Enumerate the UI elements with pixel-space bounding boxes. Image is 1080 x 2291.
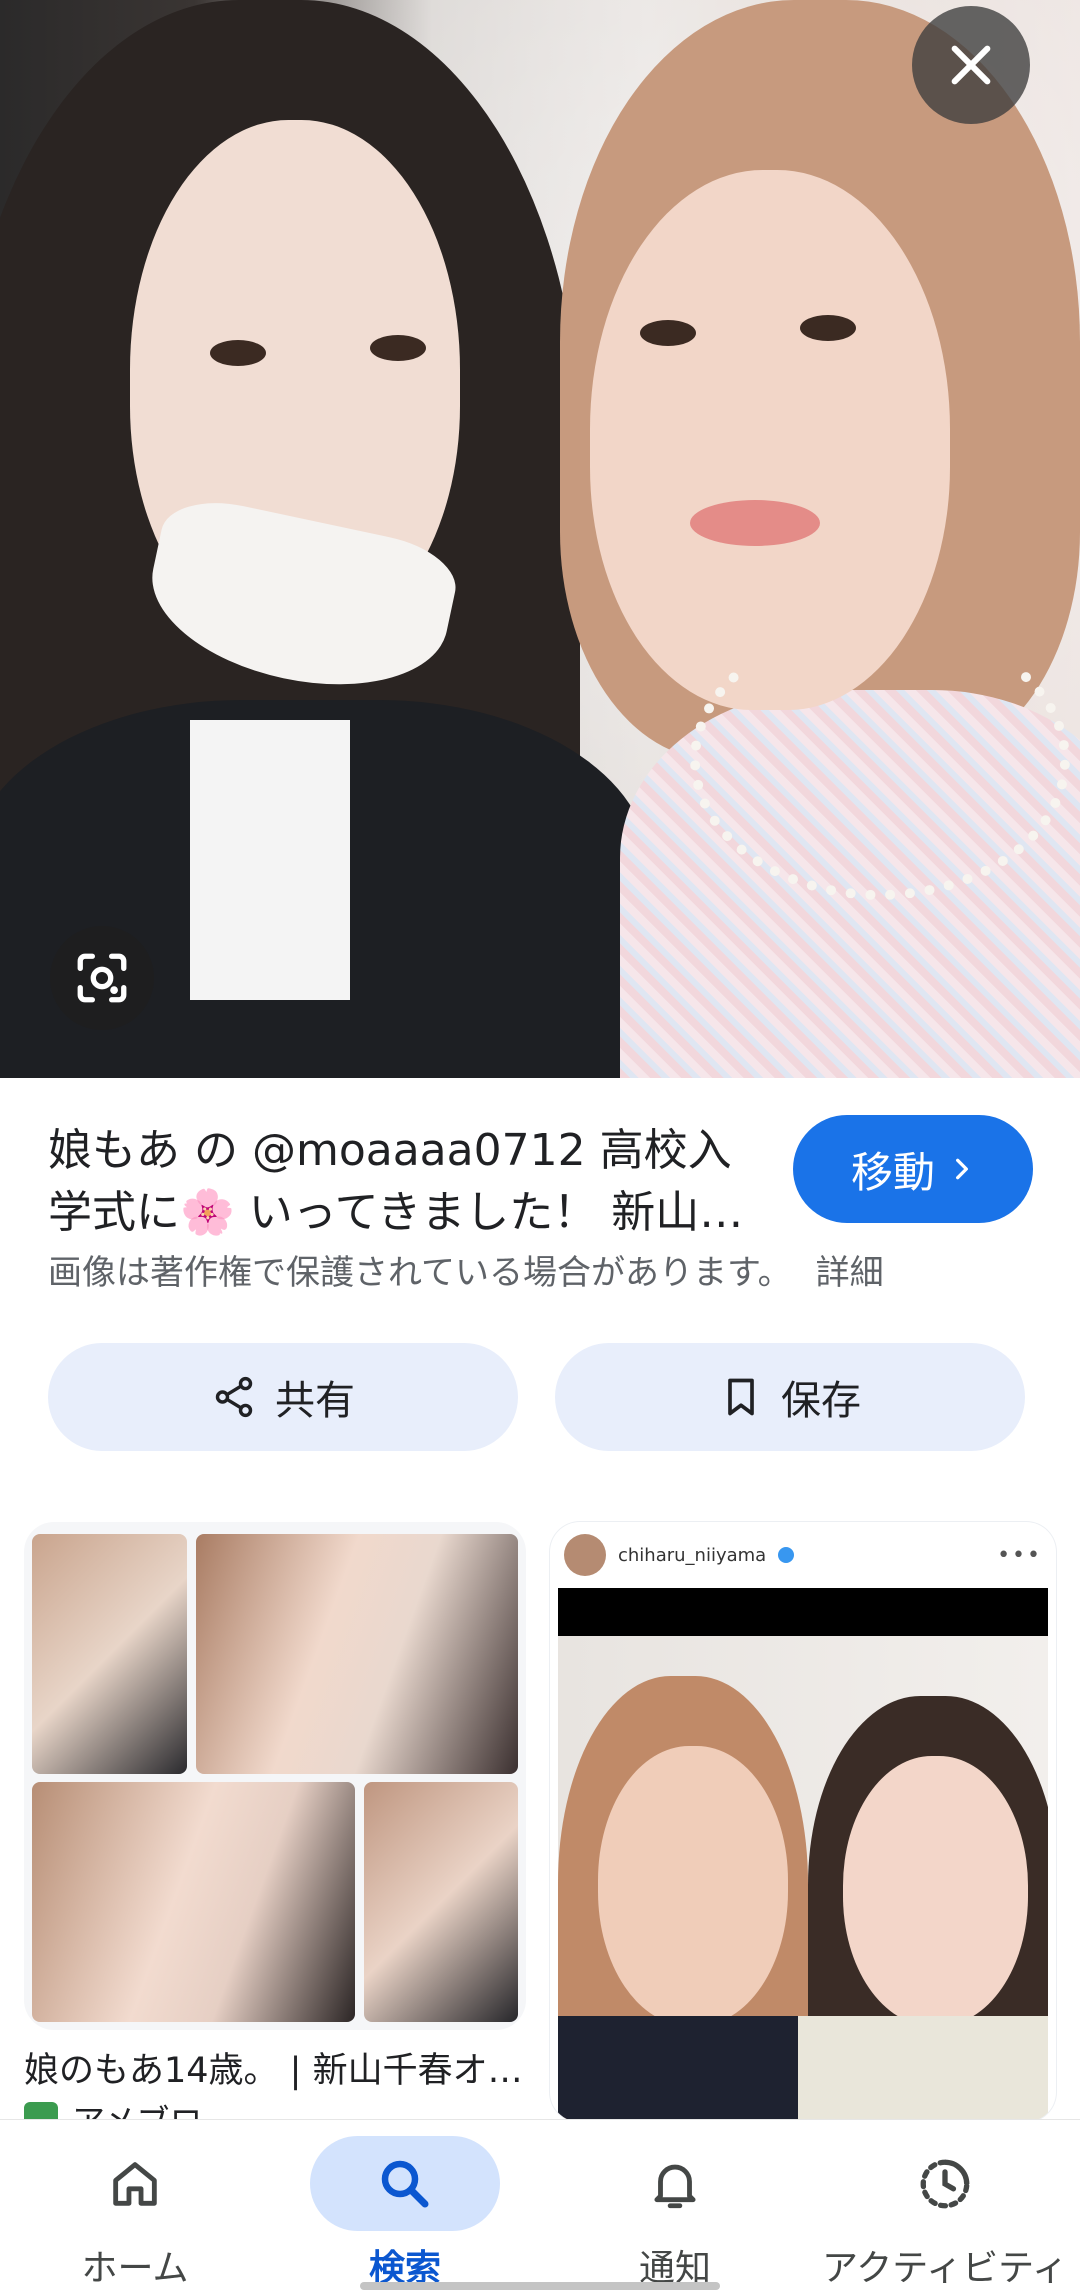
visit-button[interactable]: 移動 [793,1115,1033,1223]
activity-icon [920,2159,970,2208]
nav-activity[interactable]: アクティビティ [810,2120,1080,2291]
details-link[interactable]: 詳細 [816,1253,884,1293]
chevron-right-icon [956,1158,968,1180]
nav-notifications-pill [580,2136,770,2231]
visit-button-label: 移動 [850,1147,935,1197]
close-icon [951,45,991,85]
related-result-card-instagram[interactable]: chiharu_niiyama ••• [550,1522,1056,2122]
share-icon [215,1376,253,1418]
nav-notifications[interactable]: 通知 [540,2120,810,2291]
nav-home[interactable]: ホーム [0,2120,270,2291]
related-result-card[interactable]: 娘のもあ14歳。 | 新山千春オフィシャルブログ アメブロ [24,1522,526,2139]
photo-person-right-face [843,1756,1028,2026]
save-button-label: 保存 [781,1378,861,1424]
image-title[interactable]: 娘もあ の @moaaaa0712 高校入学式に🌸 いってきました！ 新山千春 [48,1120,768,1244]
image-smile [690,500,820,546]
main-image[interactable] [0,0,1080,1078]
search-icon [381,2160,429,2207]
home-icon [113,2161,157,2206]
photo-person-right-kimono [798,2016,1048,2122]
save-button[interactable]: 保存 [555,1343,1025,1451]
nav-search-pill [310,2136,500,2231]
collage-photo [32,1534,187,1774]
instagram-black-bar [558,1588,1048,1636]
collage-photo [196,1534,518,1774]
bottom-navigation: ホーム 検索 通知 アクティビティ [0,2120,1080,2291]
avatar [564,1534,606,1576]
instagram-account-name: chiharu_niiyama [618,1544,767,1566]
share-button[interactable]: 共有 [48,1343,518,1451]
close-button[interactable] [912,6,1030,124]
bookmark-icon [728,1378,754,1416]
image-eye [370,335,426,361]
image-eye [210,340,266,366]
nav-activity-label: アクティビティ [822,2248,1068,2289]
instagram-post-header: chiharu_niiyama ••• [550,1522,1056,1588]
share-button-label: 共有 [275,1378,355,1424]
lens-icon [77,953,127,1003]
home-indicator[interactable] [360,2282,720,2290]
nav-search[interactable]: 検索 [270,2120,540,2291]
nav-activity-pill [850,2136,1040,2231]
image-eye [640,320,696,346]
image-pearl-necklace [690,620,1070,900]
copyright-notice: 画像は著作権で保護されている場合があります。 詳細 [48,1245,884,1294]
verified-icon [778,1547,795,1563]
bell-icon [654,2164,696,2208]
related-result-image[interactable] [558,1636,1048,2122]
copyright-text: 画像は著作権で保護されている場合があります。 [48,1253,792,1293]
photo-person-left-face [598,1746,788,2026]
nav-home-pill [40,2136,230,2231]
lens-button[interactable] [50,926,154,1030]
image-eye [800,315,856,341]
photo-person-left-kimono [558,2016,798,2122]
related-result-title[interactable]: 娘のもあ14歳。 | 新山千春オフィシャルブログ [24,2042,524,2093]
collage-photo [32,1782,355,2022]
more-icon: ••• [997,1542,1042,1568]
collage-photo [364,1782,518,2022]
image-person-left-shirt [190,720,350,1000]
nav-home-label: ホーム [81,2248,189,2289]
related-result-image[interactable] [24,1522,526,2030]
